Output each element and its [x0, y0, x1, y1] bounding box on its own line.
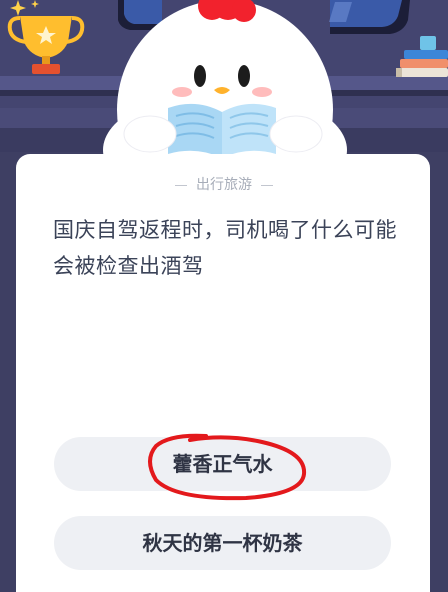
answer-option-1[interactable]: 藿香正气水 [54, 437, 391, 491]
category-text: 出行旅游 [196, 177, 252, 193]
quiz-screen: 出行旅游 国庆自驾返程时，司机喝了什么可能会被检查出酒驾 藿香正气水 秋天的第一… [0, 0, 448, 592]
answer-option-2[interactable]: 秋天的第一杯奶茶 [54, 516, 391, 570]
category-dash-left [174, 184, 187, 186]
category-dash-right [261, 184, 274, 186]
category-label: 出行旅游 [0, 173, 448, 197]
question-text: 国庆自驾返程时，司机喝了什么可能会被检查出酒驾 [53, 218, 397, 278]
